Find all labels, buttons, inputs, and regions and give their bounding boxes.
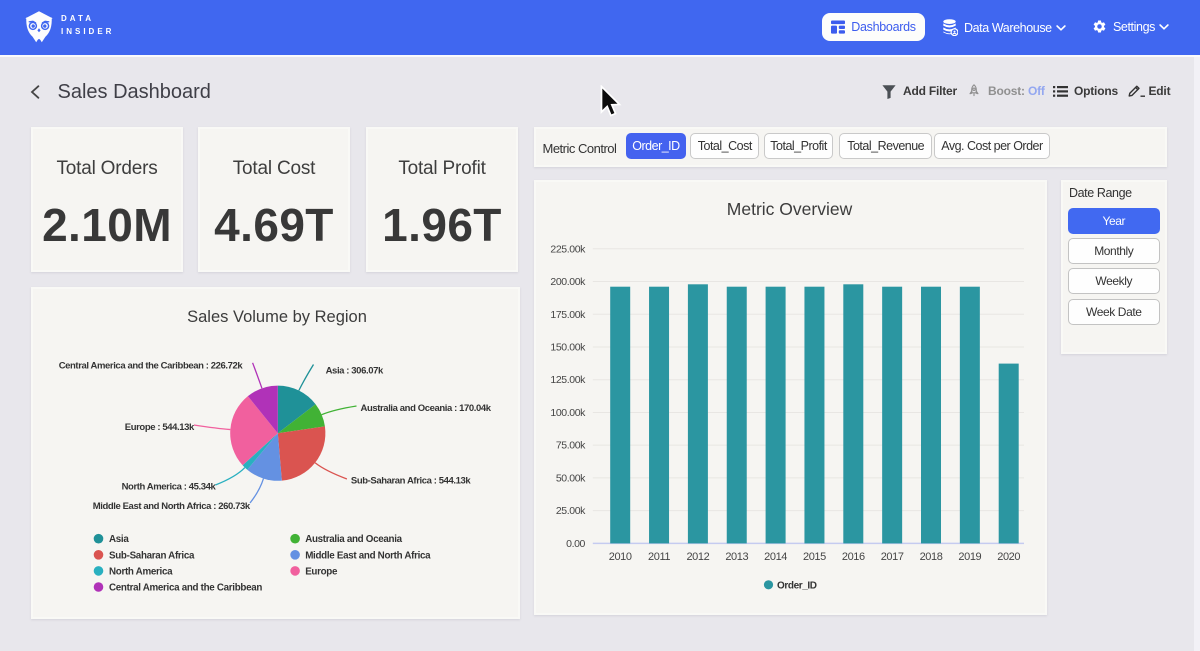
svg-text:200.00k: 200.00k [550, 276, 586, 288]
svg-text:Sub-Saharan Africa : 544.13k: Sub-Saharan Africa : 544.13k [351, 475, 472, 486]
svg-text:2015: 2015 [803, 551, 826, 563]
svg-text:150.00k: 150.00k [550, 341, 586, 353]
svg-text:Metric Overview: Metric Overview [727, 199, 853, 219]
svg-text:50.00k: 50.00k [556, 472, 586, 484]
svg-text:2012: 2012 [686, 551, 709, 563]
svg-text:North America : 45.34k: North America : 45.34k [122, 482, 217, 493]
svg-text:125.00k: 125.00k [550, 374, 586, 386]
svg-text:2013: 2013 [725, 551, 748, 563]
svg-text:75.00k: 75.00k [556, 440, 586, 452]
svg-text:Middle East and North Africa: Middle East and North Africa [305, 550, 431, 561]
svg-text:25.00k: 25.00k [556, 505, 586, 517]
svg-text:Asia: Asia [109, 534, 129, 545]
svg-text:Sales Volume by Region: Sales Volume by Region [187, 308, 367, 326]
svg-text:0.00: 0.00 [566, 538, 585, 550]
svg-text:100.00k: 100.00k [550, 407, 586, 419]
svg-text:North America: North America [109, 566, 173, 577]
svg-text:Australia and Oceania : 170.04: Australia and Oceania : 170.04k [361, 403, 492, 414]
svg-text:Australia and Oceania: Australia and Oceania [305, 534, 402, 545]
svg-text:2011: 2011 [648, 551, 670, 563]
svg-text:Order_ID: Order_ID [777, 581, 817, 592]
svg-text:Middle East and North Africa :: Middle East and North Africa : 260.73k [93, 501, 251, 512]
svg-text:2017: 2017 [881, 551, 904, 563]
svg-text:Europe : 544.13k: Europe : 544.13k [125, 422, 195, 433]
svg-text:Central America and the Caribb: Central America and the Caribbean [109, 583, 262, 594]
svg-text:225.00k: 225.00k [550, 243, 586, 255]
svg-text:2018: 2018 [920, 551, 943, 563]
svg-text:Central America and the Caribb: Central America and the Caribbean : 226.… [59, 360, 244, 371]
svg-text:2010: 2010 [609, 551, 632, 563]
svg-text:2020: 2020 [997, 551, 1020, 563]
svg-text:2019: 2019 [958, 551, 981, 563]
svg-text:2014: 2014 [764, 551, 787, 563]
svg-text:Europe: Europe [305, 566, 338, 577]
svg-text:175.00k: 175.00k [550, 309, 586, 321]
svg-text:2016: 2016 [842, 551, 865, 563]
svg-text:Sub-Saharan Africa: Sub-Saharan Africa [109, 550, 195, 561]
svg-text:Asia : 306.07k: Asia : 306.07k [326, 366, 384, 377]
